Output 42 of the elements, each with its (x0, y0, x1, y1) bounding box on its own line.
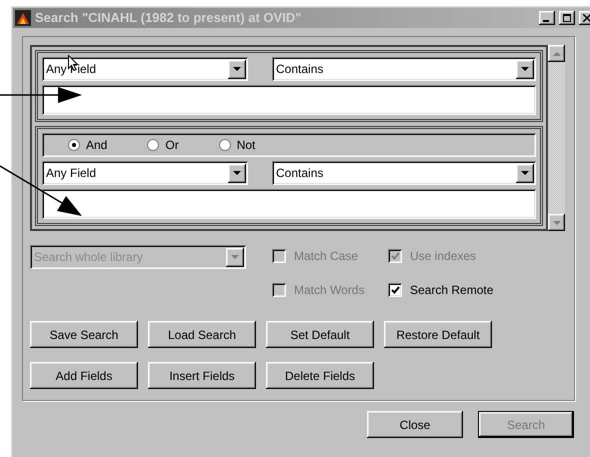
checkbox-label: Match Words (294, 282, 364, 299)
dialog-button[interactable]: Close (367, 411, 463, 438)
operator-dropdown[interactable]: Contains (272, 57, 536, 81)
action-button[interactable]: Delete Fields (266, 362, 374, 389)
checkbox-label: Match Case (294, 248, 358, 265)
scrollbar[interactable] (548, 45, 565, 231)
radio-button[interactable] (68, 139, 80, 151)
radio-label: Not (236, 137, 256, 154)
search-term-field[interactable] (42, 85, 536, 115)
action-button[interactable]: Save Search (30, 321, 138, 348)
action-button[interactable]: Restore Default (384, 321, 492, 348)
radio-button[interactable] (218, 139, 231, 151)
caret-icon (552, 220, 560, 224)
checkbox[interactable] (388, 283, 402, 297)
window-title: Search "CINAHL (1982 to present) at OVID" (35, 9, 302, 28)
action-button[interactable]: Insert Fields (148, 362, 256, 389)
field-dropdown[interactable]: Any Field (42, 161, 248, 185)
dropdown-button[interactable] (228, 164, 246, 182)
minimize-button[interactable] (539, 11, 555, 25)
search-term-field[interactable] (42, 189, 536, 219)
radio-label: And (86, 137, 108, 154)
caret-icon (231, 255, 239, 259)
dropdown-button[interactable] (516, 164, 534, 182)
action-button[interactable]: Load Search (148, 321, 256, 348)
caret-icon (521, 171, 529, 175)
scroll-up-button[interactable] (548, 45, 565, 62)
radio-button[interactable] (147, 139, 160, 151)
close-icon (583, 14, 590, 22)
checkbox-label: Search Remote (410, 282, 494, 299)
action-button[interactable]: Add Fields (30, 362, 138, 389)
dropdown-button[interactable] (516, 60, 534, 78)
scroll-down-button[interactable] (548, 214, 565, 231)
caret-icon (233, 171, 241, 175)
action-button[interactable]: Set Default (266, 321, 374, 348)
maximize-icon (563, 14, 571, 22)
maximize-button[interactable] (559, 11, 575, 25)
caret-up-icon (552, 52, 560, 56)
caret-icon (521, 67, 529, 71)
app-icon (15, 10, 31, 26)
radio-label: Or (165, 137, 179, 154)
checkbox-label: Use indexes (410, 248, 476, 265)
operator-dropdown[interactable]: Contains (272, 161, 536, 185)
